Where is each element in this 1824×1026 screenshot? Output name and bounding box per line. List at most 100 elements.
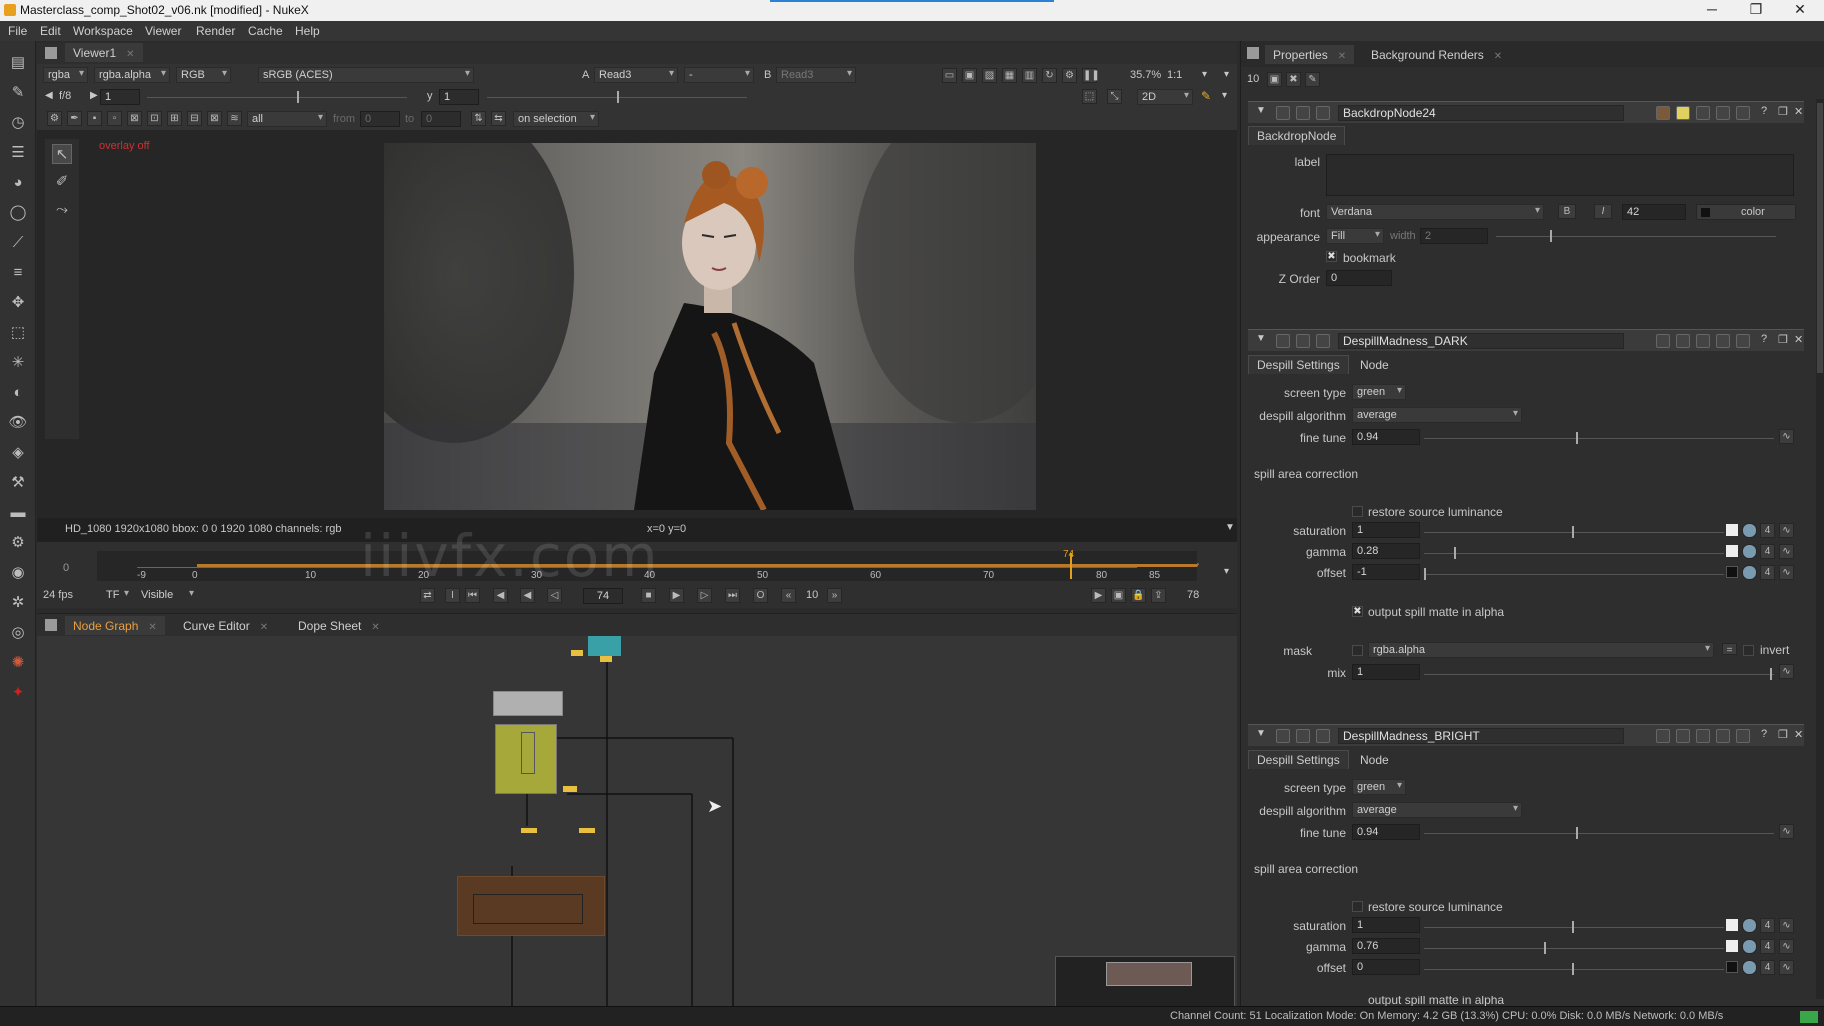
tab-backdropnode[interactable]: BackdropNode: [1248, 126, 1346, 145]
tab-despill-settings[interactable]: Despill Settings: [1248, 750, 1349, 769]
appearance-dropdown[interactable]: Fill: [1326, 228, 1384, 244]
menu-file[interactable]: File: [8, 24, 27, 38]
mask-channel-dropdown[interactable]: rgba.alpha: [1368, 642, 1714, 658]
undo-icon[interactable]: [1696, 729, 1710, 743]
sticky-note-node[interactable]: [493, 691, 563, 716]
transform-nodes-icon[interactable]: ✥: [8, 293, 28, 313]
node-color-icon[interactable]: [1316, 334, 1330, 348]
saturation-field[interactable]: 1: [1352, 917, 1420, 933]
node-settings-icon[interactable]: [1276, 334, 1290, 348]
viewer-settings-icon[interactable]: ▾: [1224, 69, 1229, 80]
node-viewer-icon[interactable]: [1296, 106, 1310, 120]
update-icon[interactable]: ⚙: [1062, 68, 1077, 83]
wipe-mode-dropdown[interactable]: -: [684, 67, 754, 83]
read-node[interactable]: [588, 636, 621, 656]
lock-range-icon[interactable]: 🔒: [1131, 588, 1146, 603]
ocula-icon[interactable]: ◉: [8, 563, 28, 583]
undo-icon[interactable]: [1696, 106, 1710, 120]
curve-icon[interactable]: ∿: [1779, 960, 1794, 975]
revert-icon[interactable]: [1736, 106, 1750, 120]
feather-icon[interactable]: ⊞: [167, 111, 182, 126]
info-expand-icon[interactable]: ▼: [1225, 522, 1235, 533]
keyer-nodes-icon[interactable]: ⟋: [8, 233, 28, 253]
saturation-color-swatch[interactable]: [1726, 919, 1738, 931]
undo-icon[interactable]: [1696, 334, 1710, 348]
tab-dope-sheet[interactable]: Dope Sheet ✕: [290, 616, 388, 635]
properties-scrollbar[interactable]: [1816, 99, 1824, 999]
tab-curve-editor[interactable]: Curve Editor ✕: [175, 616, 276, 635]
link-icon[interactable]: ⊟: [187, 111, 202, 126]
refresh-icon[interactable]: ↻: [1042, 68, 1057, 83]
skip-forward-icon[interactable]: »: [827, 588, 842, 603]
frame-next-icon[interactable]: ▶: [90, 90, 98, 101]
tile-color-icon[interactable]: [1656, 334, 1670, 348]
curve-icon[interactable]: ∿: [1779, 429, 1794, 444]
menu-cache[interactable]: Cache: [248, 24, 283, 38]
zoom-level[interactable]: 35.7%: [1130, 69, 1161, 81]
toolsets-icon[interactable]: ⚒: [8, 473, 28, 493]
tab-background-renders[interactable]: Background Renders ✕: [1363, 45, 1510, 64]
italic-button[interactable]: I: [1594, 204, 1612, 219]
first-frame-icon[interactable]: ⏮: [465, 588, 480, 603]
gpu-icon[interactable]: ▥: [1022, 68, 1037, 83]
redo-icon[interactable]: [1716, 729, 1730, 743]
dot-node[interactable]: [571, 650, 583, 656]
mix-slider[interactable]: [1424, 668, 1774, 680]
gain-prev-icon[interactable]: ◀: [45, 90, 53, 101]
frame-increment[interactable]: 10: [806, 589, 818, 601]
color-wheel-icon[interactable]: [1742, 960, 1757, 975]
label-textarea[interactable]: [1326, 154, 1794, 196]
panel-menu-icon[interactable]: [1247, 47, 1259, 59]
display-mode-dropdown[interactable]: RGB: [176, 67, 231, 83]
split-channels-button[interactable]: 4: [1760, 544, 1775, 559]
tab-viewer1[interactable]: Viewer1 ✕: [65, 43, 143, 62]
gamma-field[interactable]: 0.76: [1352, 938, 1420, 954]
width-slider[interactable]: [1496, 230, 1776, 242]
from-field[interactable]: 0: [360, 111, 400, 127]
mask-checkbox[interactable]: [1352, 645, 1363, 656]
node-viewer-icon[interactable]: [1296, 729, 1310, 743]
output-spill-matte-checkbox[interactable]: ✖: [1352, 606, 1363, 617]
help-icon[interactable]: ?: [1761, 105, 1767, 117]
gamma-color-swatch[interactable]: [1726, 545, 1738, 557]
channel-nodes-icon[interactable]: ☰: [8, 143, 28, 163]
color-wheel-icon[interactable]: [1742, 544, 1757, 559]
despill-bright-node-name[interactable]: DespillMadness_BRIGHT: [1338, 728, 1624, 744]
selection-mode-dropdown[interactable]: on selection: [513, 111, 599, 127]
channels-dropdown[interactable]: rgba: [43, 67, 88, 83]
gamma-slider[interactable]: [1424, 547, 1724, 559]
restore-button[interactable]: ❐: [1746, 1, 1766, 18]
gizmos-icon[interactable]: ◎: [8, 623, 28, 643]
region-select-icon[interactable]: ⬚: [1082, 89, 1097, 104]
float-panel-icon[interactable]: ❐: [1778, 728, 1788, 741]
gamma-color-swatch[interactable]: [1726, 940, 1738, 952]
curve-icon[interactable]: ∿: [1779, 523, 1794, 538]
flipbook-icon[interactable]: ▶: [1091, 588, 1106, 603]
curve-icon[interactable]: ∿: [1779, 918, 1794, 933]
pen-icon[interactable]: ✒: [67, 111, 82, 126]
gain-slider[interactable]: [147, 91, 407, 103]
float-panel-icon[interactable]: ❐: [1778, 105, 1788, 118]
split-channels-button[interactable]: 4: [1760, 565, 1775, 580]
curve-icon[interactable]: ∿: [1779, 939, 1794, 954]
tab-node-graph[interactable]: Node Graph ✕: [65, 616, 165, 635]
node-graph-canvas[interactable]: ➤: [37, 636, 1237, 1010]
other-nodes-icon[interactable]: ▬: [8, 503, 28, 523]
tile-color-icon[interactable]: [1656, 106, 1670, 120]
cryptomatte-icon[interactable]: ✺: [8, 653, 28, 673]
brush-tool-icon[interactable]: ✐: [52, 172, 72, 192]
time-format-dropdown[interactable]: TF: [102, 588, 132, 604]
despill-dark-node-name[interactable]: DespillMadness_DARK: [1338, 333, 1624, 349]
tile-color-icon[interactable]: [1656, 729, 1670, 743]
visible-range-dropdown[interactable]: Visible: [137, 588, 197, 604]
keyframe-icon[interactable]: ⇆: [491, 111, 506, 126]
z-order-field[interactable]: 0: [1326, 270, 1392, 286]
help-icon[interactable]: ?: [1761, 728, 1767, 740]
split-channels-button[interactable]: 4: [1760, 960, 1775, 975]
collapse-icon[interactable]: ▼: [1256, 333, 1266, 344]
roi-icon[interactable]: ▭: [942, 68, 957, 83]
split-channels-button[interactable]: 4: [1760, 939, 1775, 954]
smooth-icon[interactable]: ⊠: [127, 111, 142, 126]
close-icon[interactable]: ✕: [1338, 51, 1346, 62]
close-icon[interactable]: ✕: [1494, 51, 1502, 62]
